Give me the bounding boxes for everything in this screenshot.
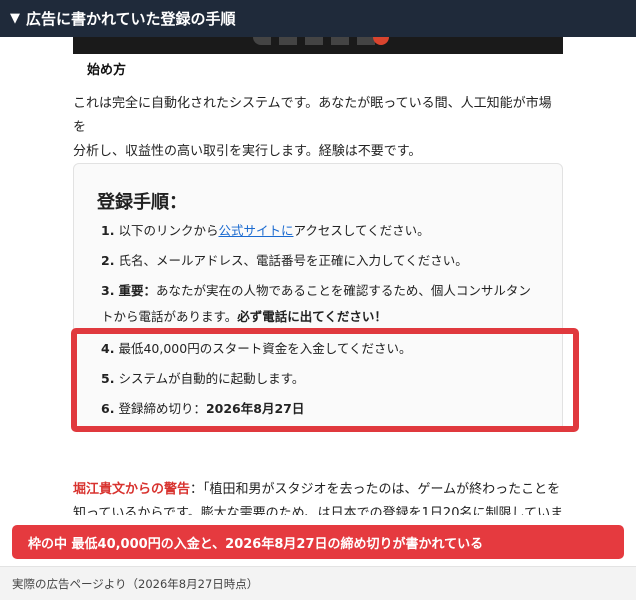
official-site-link[interactable]: 公式サイトに: [218, 223, 293, 238]
annotation-banner: 枠の中 最低40,000円の入金と、2026年8月27日の締め切りが書かれている: [12, 525, 624, 559]
triangle-down-icon[interactable]: ▼: [10, 11, 20, 26]
warning-quote: 堀江貴文からの警告：「植田和男がスタジオを去ったのは、ゲームが終わったことを 知…: [73, 478, 573, 515]
step-3: 3. 重要：あなたが実在の人物であることを確認するため、個人コンサルタン トから電…: [101, 283, 531, 324]
step-1: 1. 以下のリンクから公式サイトにアクセスしてください。: [101, 223, 430, 238]
intro-line: これは完全に自動化されたシステムです。あなたが眠っている間、人工知能が市場を: [73, 96, 552, 135]
header-title: 広告に書かれていた登録の手順: [26, 10, 236, 28]
header-bar: ▼ 広告に書かれていた登録の手順: [0, 0, 636, 37]
warning-name: 堀江貴文からの警告: [73, 482, 191, 497]
article-page: 始め方 これは完全に自動化されたシステムです。あなたが眠っている間、人工知能が市…: [0, 37, 636, 515]
source-footer: 実際の広告ページより（2026年8月27日時点）: [0, 566, 636, 600]
video-dots: [253, 37, 383, 45]
screenshot-area: 始め方 これは完全に自動化されたシステムです。あなたが眠っている間、人工知能が市…: [0, 37, 636, 515]
video-caption: 始め方: [87, 63, 127, 78]
intro-paragraph: これは完全に自動化されたシステムです。あなたが眠っている間、人工知能が市場を 分…: [73, 92, 563, 164]
registration-title: 登録手順：: [97, 192, 187, 213]
intro-line: 分析し、収益性の高い取引を実行します。経験は不要です。: [73, 144, 422, 159]
highlight-frame: [71, 328, 579, 432]
step-2: 2. 氏名、メールアドレス、電話番号を正確に入力してください。: [101, 253, 468, 268]
warning-line-2: 知っているからです。膨大な需要のため、は日本での登録を1日20名に制限していま: [73, 506, 564, 515]
video-thumbnail[interactable]: [73, 37, 563, 54]
